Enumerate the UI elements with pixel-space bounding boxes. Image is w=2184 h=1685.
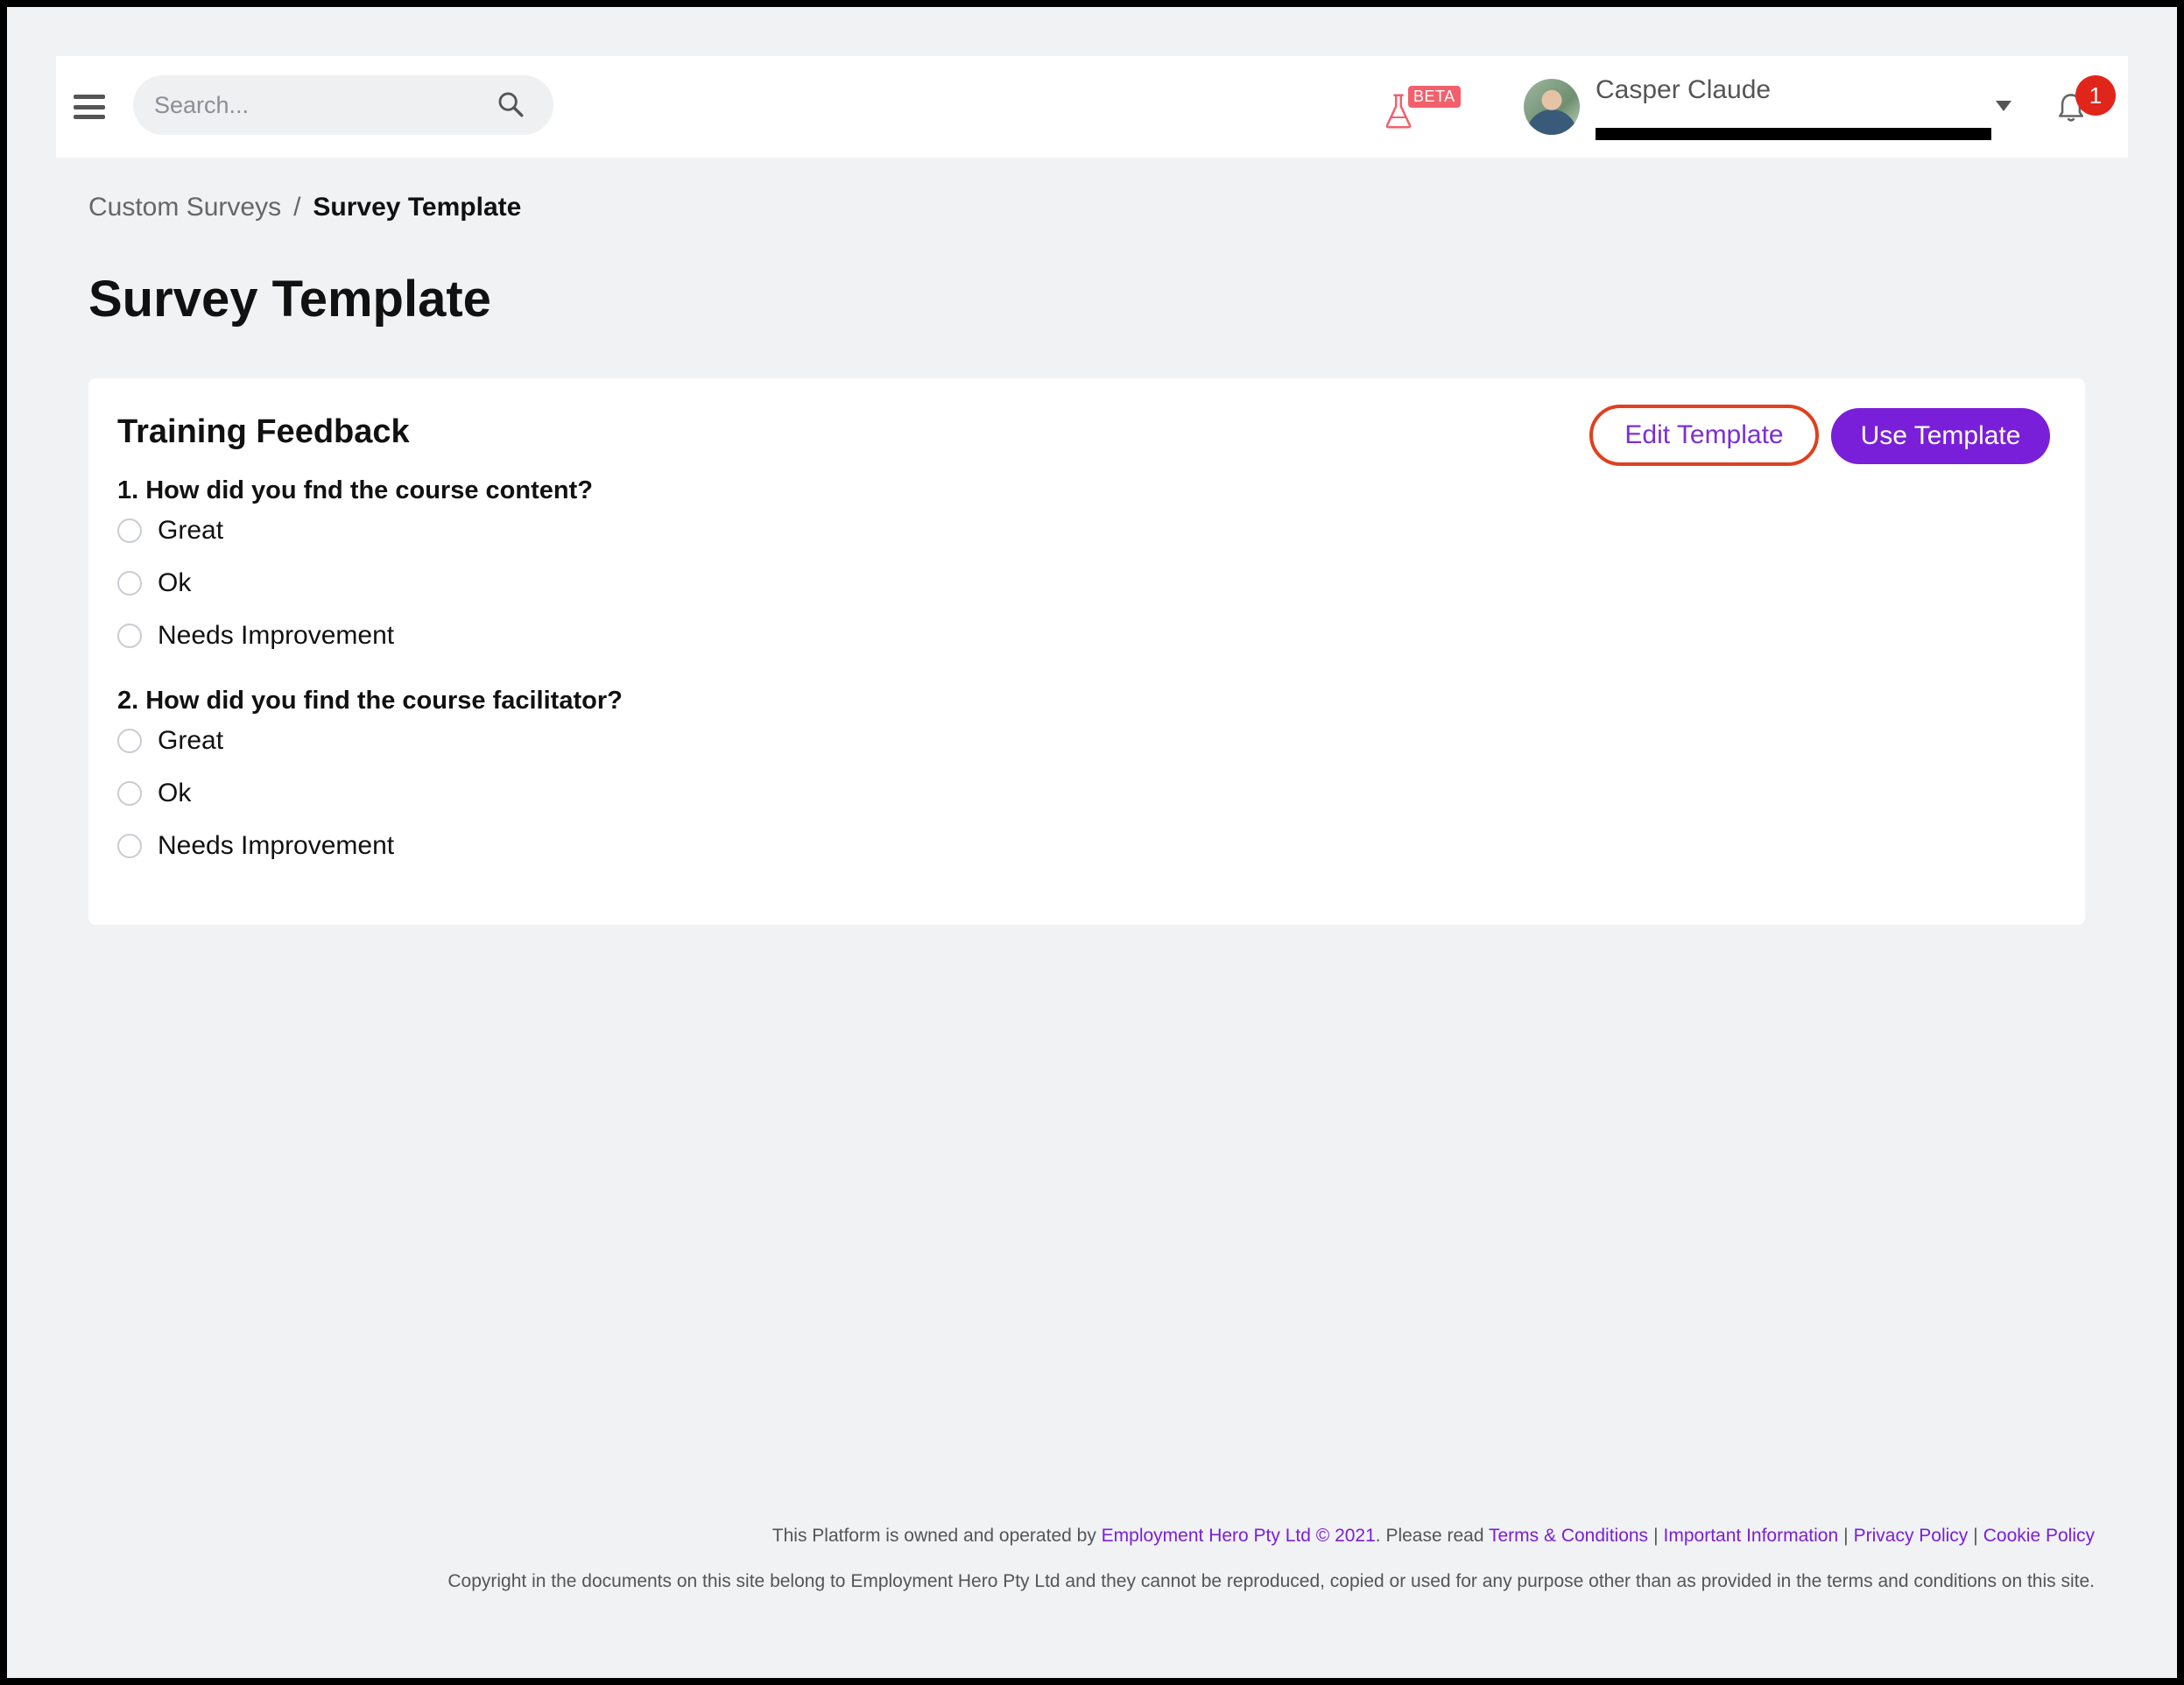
- footer-intro: This Platform is owned and operated by: [771, 1526, 1102, 1546]
- question-2: 2. How did you find the course facilitat…: [117, 687, 623, 715]
- menu-icon[interactable]: [74, 95, 105, 119]
- terms-link[interactable]: Terms & Conditions: [1489, 1526, 1648, 1546]
- radio-button[interactable]: [117, 518, 142, 543]
- edit-template-button[interactable]: Edit Template: [1589, 405, 1819, 466]
- option-q2-great[interactable]: Great: [117, 723, 223, 758]
- important-information-link[interactable]: Important Information: [1664, 1526, 1839, 1546]
- radio-button[interactable]: [117, 571, 142, 596]
- radio-button[interactable]: [117, 781, 142, 806]
- footer-please-read: . Please read: [1375, 1526, 1489, 1546]
- user-name[interactable]: Casper Claude: [1596, 75, 1771, 105]
- breadcrumb-current: Survey Template: [313, 193, 522, 222]
- breadcrumb-custom-surveys[interactable]: Custom Surveys: [88, 193, 281, 222]
- survey-template-card: Training Feedback Edit Template Use Temp…: [88, 378, 2085, 925]
- question-1: 1. How did you fnd the course content?: [117, 476, 593, 504]
- footer-separator: |: [1843, 1526, 1849, 1546]
- option-label: Needs Improvement: [158, 831, 395, 860]
- user-email-redacted: [1596, 128, 1991, 140]
- search-input[interactable]: [133, 75, 553, 135]
- option-q1-great[interactable]: Great: [117, 513, 223, 548]
- breadcrumb: Custom Surveys / Survey Template: [88, 193, 521, 222]
- radio-button[interactable]: [117, 834, 142, 858]
- beta-badge: BETA: [1408, 86, 1461, 108]
- privacy-policy-link[interactable]: Privacy Policy: [1854, 1526, 1969, 1546]
- option-label: Needs Improvement: [158, 621, 395, 650]
- card-title: Training Feedback: [117, 413, 410, 450]
- footer-separator: |: [1973, 1526, 1978, 1546]
- avatar[interactable]: [1524, 79, 1580, 135]
- radio-button[interactable]: [117, 624, 142, 648]
- search-icon[interactable]: [496, 89, 525, 119]
- option-q1-ok[interactable]: Ok: [117, 566, 191, 601]
- top-bar: BETA Casper Claude 1: [56, 56, 2128, 158]
- option-q2-needs-improvement[interactable]: Needs Improvement: [117, 828, 394, 864]
- option-label: Ok: [158, 779, 192, 807]
- option-label: Great: [158, 516, 224, 545]
- breadcrumb-separator: /: [293, 193, 301, 222]
- company-link[interactable]: Employment Hero Pty Ltd © 2021: [1102, 1526, 1376, 1546]
- notification-badge[interactable]: 1: [2075, 75, 2116, 116]
- footer-copyright: Copyright in the documents on this site …: [447, 1571, 2095, 1591]
- page-title: Survey Template: [88, 271, 491, 328]
- option-q2-ok[interactable]: Ok: [117, 776, 191, 811]
- use-template-button[interactable]: Use Template: [1831, 408, 2050, 464]
- app-frame: BETA Casper Claude 1 Custom Surveys / Surv…: [7, 7, 2177, 1678]
- footer-ownership: This Platform is owned and operated by E…: [772, 1526, 2095, 1547]
- option-label: Great: [158, 726, 224, 755]
- option-label: Ok: [158, 568, 192, 597]
- radio-button[interactable]: [117, 729, 142, 753]
- cookie-policy-link[interactable]: Cookie Policy: [1983, 1526, 2095, 1546]
- option-q1-needs-improvement[interactable]: Needs Improvement: [117, 618, 394, 653]
- chevron-down-icon[interactable]: [1995, 100, 2012, 112]
- footer-separator: |: [1653, 1526, 1659, 1546]
